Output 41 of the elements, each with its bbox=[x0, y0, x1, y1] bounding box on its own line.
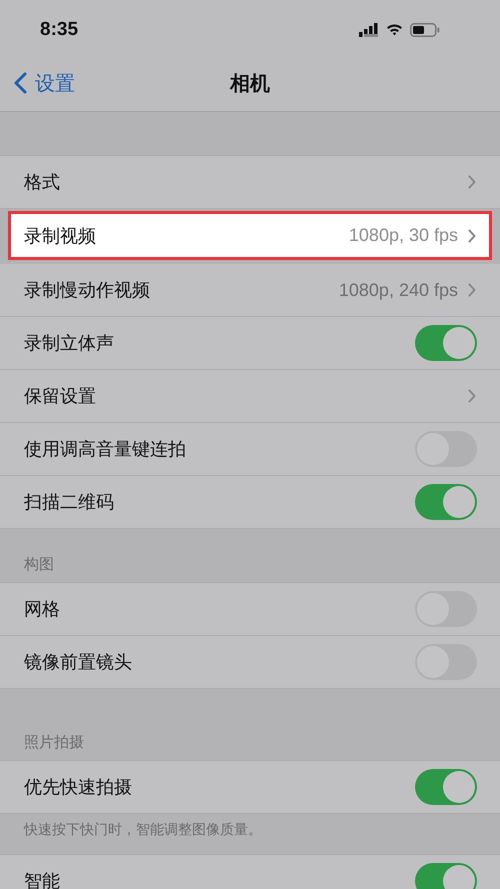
toggle-switch[interactable] bbox=[415, 769, 477, 805]
chevron-icon bbox=[468, 175, 476, 189]
settings-row[interactable]: 录制视频 1080p, 30 fps bbox=[8, 211, 492, 260]
status-time: 8:35 bbox=[40, 18, 78, 40]
settings-row[interactable]: 镜像前置镜头 bbox=[0, 636, 500, 689]
row-value: 1080p, 30 fps bbox=[348, 225, 458, 246]
settings-row[interactable]: 智能 bbox=[0, 855, 500, 889]
wifi-icon bbox=[386, 23, 403, 36]
battery-icon bbox=[410, 22, 440, 36]
row-label: 录制慢动作视频 bbox=[24, 279, 151, 302]
page-title: 相机 bbox=[230, 72, 270, 96]
toggle-switch[interactable] bbox=[415, 863, 477, 889]
row-label: 优先快速拍摄 bbox=[24, 776, 133, 799]
settings-row[interactable]: 录制立体声 bbox=[0, 317, 500, 370]
section-header: 照片拍摄 bbox=[24, 733, 84, 752]
toggle-switch[interactable] bbox=[415, 484, 477, 520]
chevron-icon bbox=[468, 228, 476, 242]
settings-row[interactable]: 保留设置 bbox=[0, 370, 500, 423]
settings-row[interactable]: 网格 bbox=[0, 583, 500, 636]
chevron-icon bbox=[468, 389, 476, 403]
section-header: 构图 bbox=[24, 555, 54, 574]
row-label: 使用调高音量键连拍 bbox=[24, 438, 187, 461]
row-label: 格式 bbox=[24, 171, 61, 194]
settings-row[interactable]: 录制慢动作视频 1080p, 240 fps bbox=[0, 264, 500, 317]
row-label: 录制立体声 bbox=[24, 332, 115, 355]
row-label: 镜像前置镜头 bbox=[24, 651, 133, 674]
row-label: 扫描二维码 bbox=[24, 491, 115, 514]
row-label: 保留设置 bbox=[24, 385, 97, 408]
row-label: 网格 bbox=[24, 598, 61, 621]
signal-icon bbox=[359, 22, 379, 36]
row-label: 录制视频 bbox=[24, 224, 97, 248]
settings-row[interactable]: 扫描二维码 bbox=[0, 476, 500, 529]
row-label: 智能 bbox=[24, 870, 61, 889]
settings-row[interactable]: 优先快速拍摄 bbox=[0, 761, 500, 814]
settings-row[interactable]: 格式 bbox=[0, 156, 500, 209]
chevron-icon bbox=[468, 283, 476, 297]
back-chevron-icon bbox=[14, 72, 27, 94]
toggle-switch[interactable] bbox=[415, 325, 477, 361]
section-footer: 快速按下快门时，智能调整图像质量。 bbox=[24, 821, 262, 837]
row-value: 1080p, 240 fps bbox=[338, 280, 458, 300]
settings-row[interactable]: 使用调高音量键连拍 bbox=[0, 423, 500, 476]
